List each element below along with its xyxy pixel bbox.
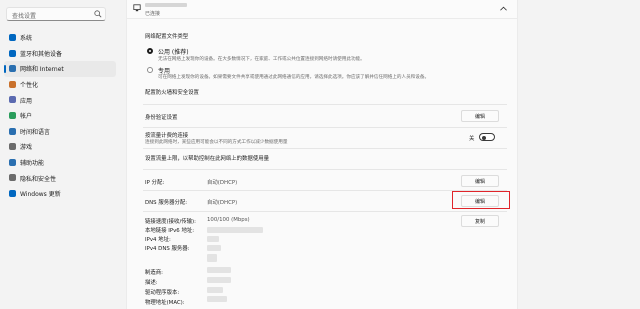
accessibility-icon — [9, 158, 16, 166]
metered-toggle[interactable] — [479, 133, 495, 141]
sidebar-nav: 系统蓝牙和其他设备 网络和 Internet 个性化应用帐户时间和语言游戏辅助功能隐… — [4, 30, 116, 202]
monitor-icon — [9, 34, 16, 41]
copy-button[interactable]: 复制 — [461, 215, 499, 227]
gamepad-icon — [9, 143, 16, 151]
divider — [143, 148, 507, 149]
sidebar-item[interactable]: Windows 更新 — [4, 186, 116, 202]
divider — [143, 169, 507, 170]
property-label: 驱动程序版本: — [145, 290, 180, 296]
ip-assignment-label: IP 分配: — [145, 180, 165, 186]
sidebar-item[interactable]: 蓝牙和其他设备 — [4, 46, 116, 62]
property-value: 100/100 (Mbps) — [207, 217, 250, 223]
property-label: 物理地址(MAC): — [145, 300, 185, 306]
sidebar: 查找设置 系统蓝牙和其他设备 网络和 Internet 个性化应用帐户时间和语言游戏… — [0, 0, 120, 309]
redacted-value — [207, 245, 221, 251]
redacted-value — [207, 227, 263, 233]
property-label: 本地链接 IPv6 地址: — [145, 228, 195, 234]
private-radio[interactable] — [147, 67, 153, 73]
metered-toggle-state: 关 — [469, 136, 475, 142]
property-label: IPv4 DNS 服务器: — [145, 246, 190, 252]
public-label: 公用 (推荐) — [158, 49, 189, 56]
profile-type-heading: 网络配置文件类型 — [145, 34, 189, 40]
update-icon — [9, 189, 16, 197]
sidebar-item-label: 帐户 — [20, 113, 33, 121]
network-properties-panel: 已连接 网络配置文件类型 公用 (推荐) 无法在网络上发现你的设备。在大多数情况… — [126, 0, 518, 309]
chevron-up-icon[interactable] — [500, 6, 507, 11]
sidebar-item[interactable]: 个性化 — [4, 77, 116, 93]
sidebar-item[interactable]: 辅助功能 — [4, 155, 116, 171]
public-description: 无法在网络上发现你的设备。在大多数情况下，在家庭、工作或公共位置连接到网络时请使… — [158, 57, 365, 62]
property-label: 描述: — [145, 280, 158, 286]
auth-settings-label: 身份验证设置 — [145, 115, 178, 121]
dns-assignment-label: DNS 服务器分配: — [145, 200, 188, 206]
metered-description: 连接到此网络时，某些应用可能会以不同的方式工作以减少数据使用量 — [145, 140, 288, 145]
brush-icon — [9, 80, 16, 88]
apps-icon — [9, 96, 16, 104]
sidebar-item-label: 游戏 — [20, 144, 33, 152]
sidebar-item-label: 系统 — [20, 35, 33, 43]
sidebar-item[interactable]: 隐私和安全性 — [4, 170, 116, 186]
redacted-value — [207, 277, 231, 283]
property-label: 制造商: — [145, 270, 163, 276]
network-icon — [9, 65, 16, 73]
property-label: 链接速度(接收/传输): — [145, 219, 196, 225]
dns-assignment-value: 自动(DHCP) — [207, 200, 238, 206]
divider — [143, 127, 507, 128]
sidebar-item[interactable]: 网络和 Internet — [4, 61, 116, 77]
toggle-knob — [482, 135, 486, 140]
sidebar-item-label: 时间和语言 — [20, 128, 51, 136]
highlight-box — [452, 191, 510, 209]
sidebar-item-label: 个性化 — [20, 82, 39, 90]
redacted-value — [207, 296, 227, 302]
sidebar-item[interactable]: 游戏 — [4, 139, 116, 155]
sidebar-item-label: 网络和 Internet — [20, 66, 64, 74]
sidebar-item[interactable]: 帐户 — [4, 108, 116, 124]
property-label: IPv4 地址: — [145, 237, 171, 243]
shield-icon — [9, 174, 16, 182]
divider — [143, 104, 507, 105]
ip-assignment-value: 自动(DHCP) — [207, 180, 238, 186]
sidebar-item-label: 蓝牙和其他设备 — [20, 50, 63, 58]
data-limit-link[interactable]: 设置流量上限，以帮助控制在此网络上的数据使用量 — [145, 154, 269, 162]
ip-edit-button[interactable]: 编辑 — [461, 175, 499, 187]
redacted-value — [207, 267, 231, 273]
connection-status: 已连接 — [145, 11, 161, 17]
sidebar-item-label: 应用 — [20, 97, 33, 105]
auth-edit-button[interactable]: 编辑 — [461, 110, 499, 122]
sidebar-item-label: 隐私和安全性 — [20, 175, 57, 183]
sidebar-item[interactable]: 应用 — [4, 92, 116, 108]
public-radio[interactable] — [147, 48, 153, 54]
redacted-value — [207, 254, 217, 262]
network-name-redacted — [145, 3, 187, 7]
search-icon — [94, 10, 102, 18]
sidebar-item[interactable]: 时间和语言 — [4, 124, 116, 140]
ethernet-icon — [133, 4, 141, 12]
redacted-value — [207, 287, 223, 293]
private-description: 可在网络上发现你的设备。如果需要文件共享或使用通过此网络通信的应用，请选择此选项… — [158, 75, 430, 80]
search-placeholder: 查找设置 — [12, 13, 37, 20]
sidebar-item-label: Windows 更新 — [20, 191, 61, 199]
bluetooth-icon — [9, 49, 16, 57]
firewall-link[interactable]: 配置防火墙和安全设置 — [145, 88, 199, 96]
sidebar-item-label: 辅助功能 — [20, 160, 45, 168]
metered-label: 按流量计费的连接 — [145, 133, 189, 139]
sidebar-item[interactable]: 系统 — [4, 30, 116, 46]
clock-globe-icon — [9, 127, 16, 135]
redacted-value — [207, 236, 219, 242]
search-input[interactable]: 查找设置 — [6, 7, 106, 21]
account-icon — [9, 111, 16, 119]
network-header[interactable]: 已连接 — [127, 0, 517, 19]
divider — [143, 211, 507, 212]
